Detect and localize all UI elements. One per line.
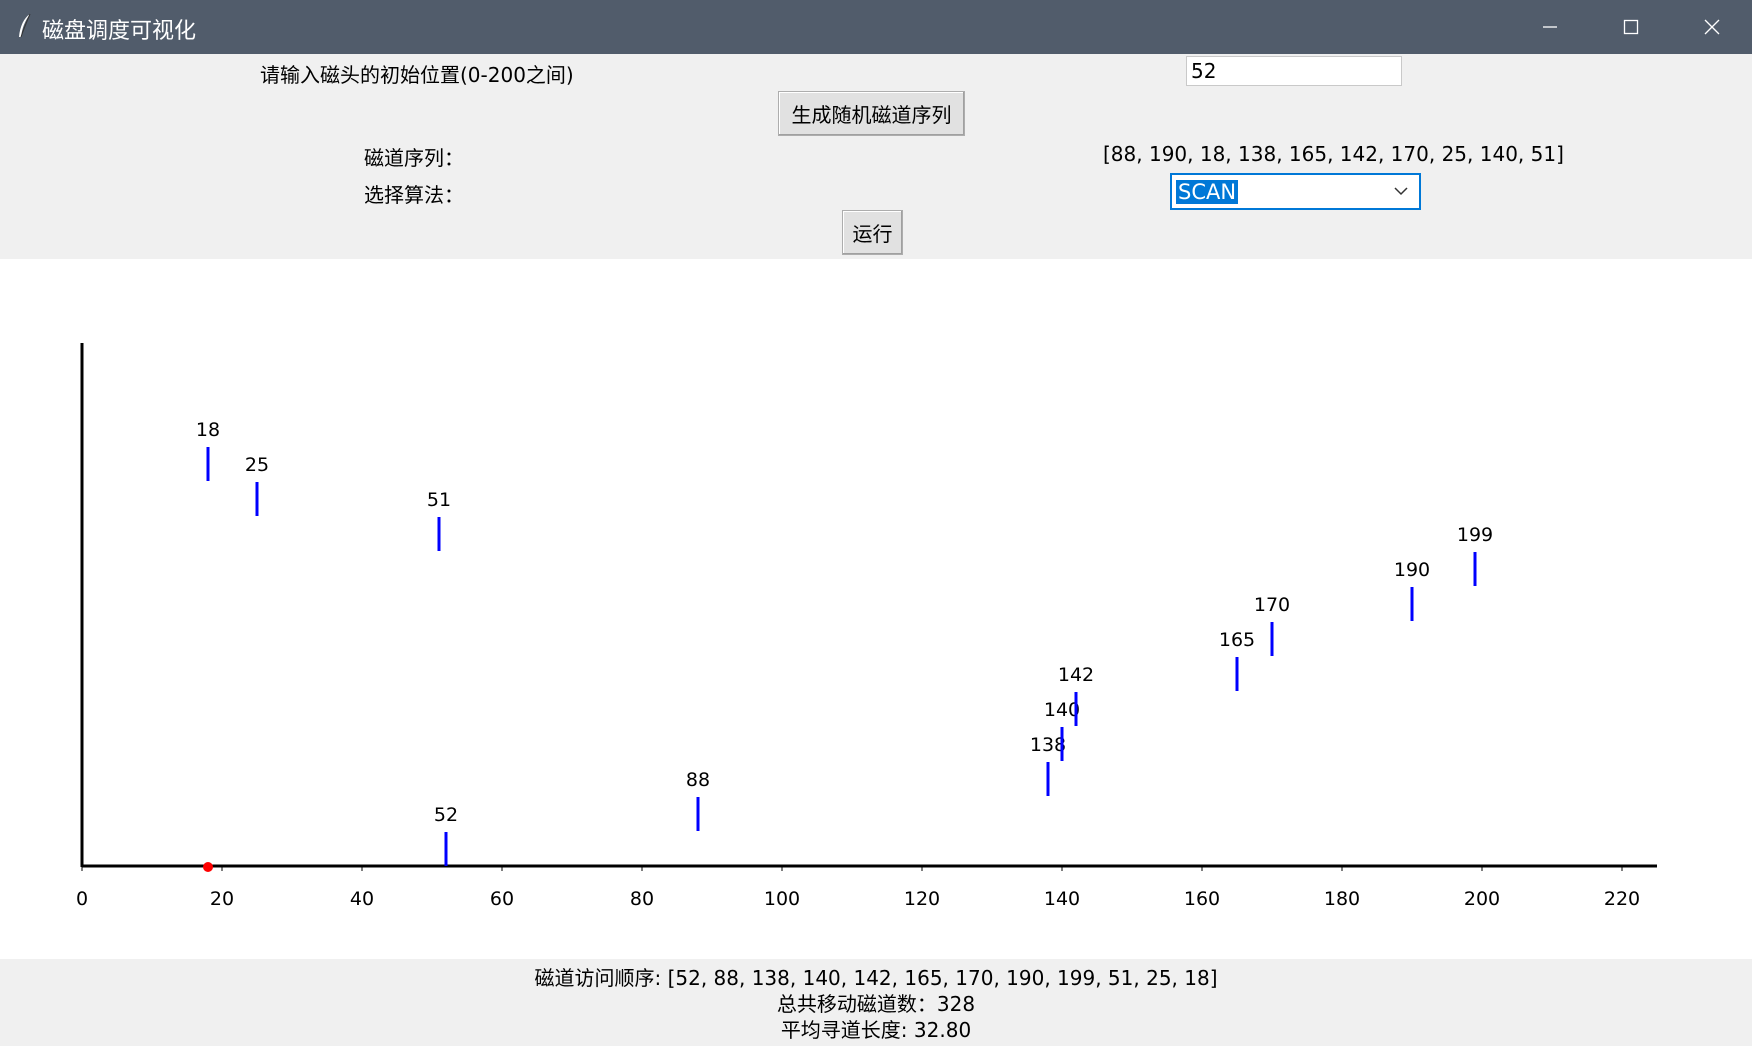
algorithm-label: 选择算法： (364, 183, 464, 207)
title-bar: 磁盘调度可视化 (0, 0, 1752, 54)
sequence-label: 磁道序列： (364, 146, 464, 170)
x-tick-label: 80 (630, 888, 654, 910)
x-tick-label: 100 (764, 888, 800, 910)
total-movement-text: 总共移动磁道数：328 (776, 992, 976, 1016)
initial-position-label: 请输入磁头的初始位置(0-200之间) (260, 63, 574, 87)
algorithm-select[interactable]: SCAN (1170, 173, 1421, 210)
x-tick-label: 200 (1464, 888, 1500, 910)
close-icon (1704, 19, 1720, 35)
track-label: 25 (245, 454, 269, 476)
head-position-marker (203, 862, 213, 872)
x-tick-label: 160 (1184, 888, 1220, 910)
maximize-button[interactable] (1591, 0, 1671, 54)
track-label: 52 (434, 804, 458, 826)
track-label: 18 (196, 419, 220, 441)
minimize-button[interactable] (1510, 0, 1590, 54)
window-title: 磁盘调度可视化 (42, 19, 197, 44)
maximize-icon (1623, 19, 1639, 35)
sequence-value: [88, 190, 18, 138, 165, 142, 170, 25, 14… (1103, 142, 1564, 166)
x-tick-label: 0 (76, 888, 88, 910)
track-label: 165 (1219, 629, 1255, 651)
track-label: 51 (427, 489, 451, 511)
x-tick-label: 40 (350, 888, 374, 910)
close-button[interactable] (1672, 0, 1752, 54)
average-seek-text: 平均寻道长度: 32.80 (780, 1018, 972, 1042)
track-label: 88 (686, 769, 710, 791)
track-label: 170 (1254, 594, 1290, 616)
x-tick-label: 180 (1324, 888, 1360, 910)
chart-canvas: 0 20 40 60 80 100 120 140 160 180 200 220 52 88 138 140… (0, 259, 1752, 959)
x-tick-label: 120 (904, 888, 940, 910)
run-button[interactable]: 运行 (842, 210, 903, 255)
generate-sequence-button[interactable]: 生成随机磁道序列 (778, 91, 965, 136)
initial-position-input[interactable]: 52 (1186, 56, 1402, 86)
track-label: 190 (1394, 559, 1430, 581)
access-order-text: 磁道访问顺序: [52, 88, 138, 140, 142, 165, 170… (534, 966, 1218, 990)
feather-icon (19, 13, 31, 38)
algorithm-selected-value: SCAN (1176, 180, 1239, 204)
track-chart: 0 20 40 60 80 100 120 140 160 180 200 2205288138140… (76, 343, 1657, 910)
track-label: 199 (1457, 524, 1493, 546)
x-tick-label: 20 (210, 888, 234, 910)
track-label: 142 (1058, 664, 1094, 686)
x-tick-label: 60 (490, 888, 514, 910)
chevron-down-icon (1394, 187, 1408, 196)
x-tick-label: 140 (1044, 888, 1080, 910)
minimize-icon (1543, 26, 1557, 28)
x-tick-label: 220 (1604, 888, 1640, 910)
results-panel: 磁道访问顺序: [52, 88, 138, 140, 142, 165, 170… (0, 965, 1752, 1043)
